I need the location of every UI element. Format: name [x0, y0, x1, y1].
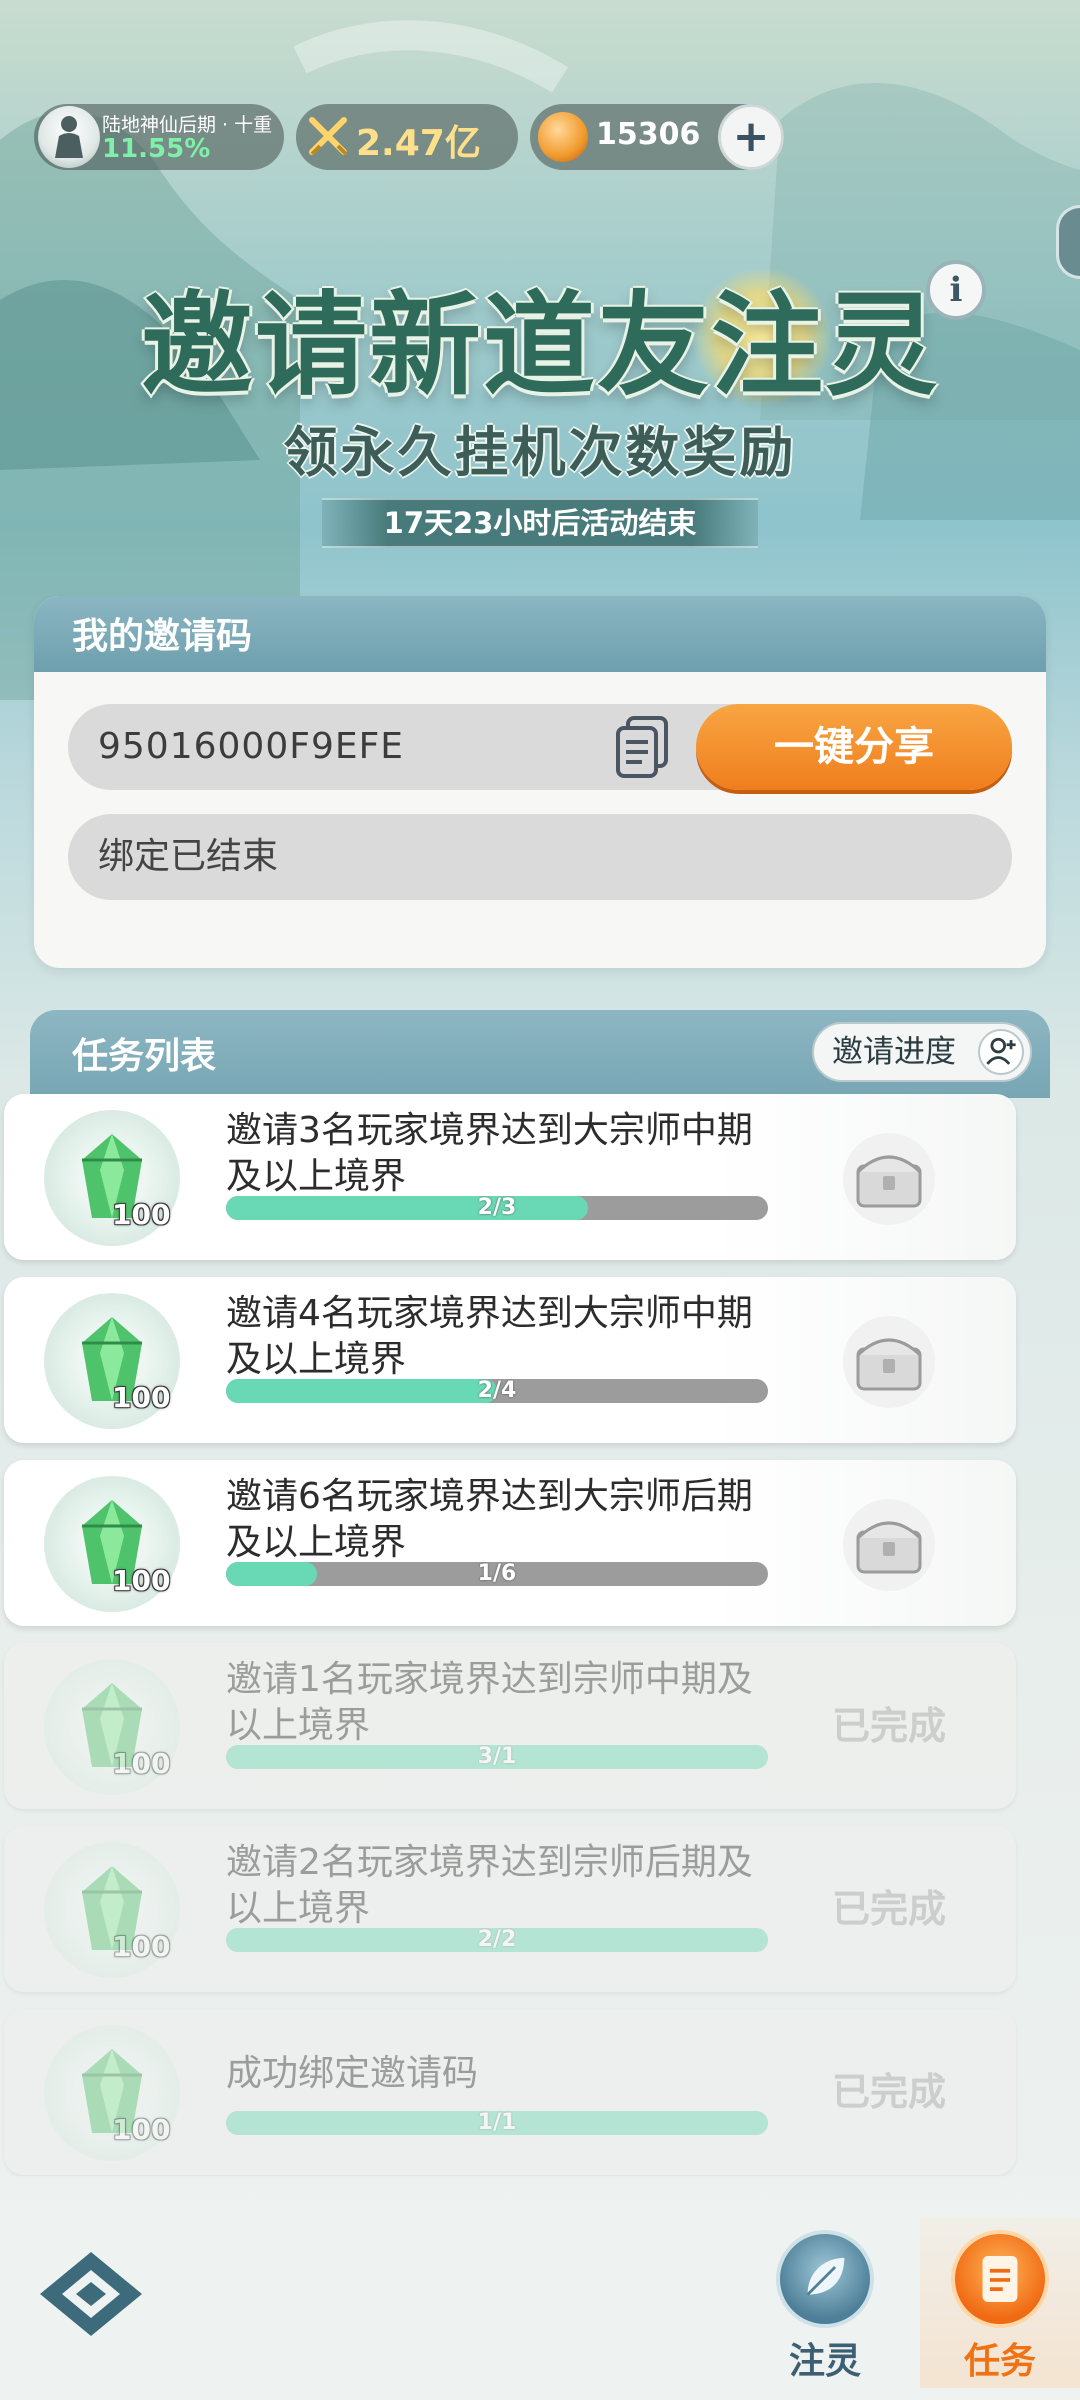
task-list-header: 任务列表 邀请进度 — [30, 1010, 1050, 1098]
completed-label: 已完成 — [832, 1704, 947, 1748]
realm-progress: 11.55% — [102, 134, 211, 164]
task-progress-bar: 1/1 — [226, 2111, 768, 2135]
currency-amount: 15306 — [596, 117, 701, 152]
task-progress-bar: 2/4 — [226, 1379, 768, 1403]
event-subtitle: 领永久挂机次数奖励 — [283, 421, 797, 484]
add-user-icon — [978, 1029, 1024, 1075]
nav-spirit-label: 注灵 — [788, 2341, 861, 2382]
reward-quantity: 100 — [112, 1198, 171, 1231]
copy-icon[interactable] — [612, 714, 672, 780]
task-progress-bar: 2/2 — [226, 1928, 768, 1952]
task-description: 邀请3名玩家境界达到大宗师中期及以上境界 — [226, 1110, 753, 1197]
invite-code-card: 我的邀请码 95016000F9EFE 一键分享 绑定已结束 — [34, 596, 1046, 968]
reward-quantity: 100 — [112, 1747, 171, 1780]
treasure-chest-icon[interactable] — [842, 1132, 936, 1226]
nav-tab-spirit[interactable]: 注灵 — [760, 2218, 890, 2388]
spirit-coin-icon — [538, 112, 588, 162]
realm-name: 陆地神仙后期 · 十重 — [102, 114, 273, 136]
invite-progress-button[interactable]: 邀请进度 — [812, 1022, 1032, 1082]
invite-card-header: 我的邀请码 — [34, 596, 1046, 672]
task-description: 邀请2名玩家境界达到宗师后期及以上境界 — [226, 1842, 753, 1929]
task-description: 邀请1名玩家境界达到宗师中期及以上境界 — [226, 1659, 753, 1746]
bottom-nav — [0, 2176, 1080, 2400]
treasure-chest-icon[interactable] — [842, 1315, 936, 1409]
task-progress-label: 3/1 — [477, 1745, 517, 1769]
invite-code: 95016000F9EFE — [98, 726, 405, 767]
bind-status-field: 绑定已结束 — [68, 814, 1012, 900]
task-row[interactable]: 100 成功绑定邀请码 1/1 已完成 — [4, 2009, 1016, 2175]
home-logo-icon[interactable] — [36, 2248, 146, 2340]
status-bar: 陆地神仙后期 · 十重 11.55% 2.47亿 15306 + — [34, 100, 1080, 176]
task-row[interactable]: 100 邀请6名玩家境界达到大宗师后期及以上境界 1/6 — [4, 1460, 1016, 1626]
task-progress-bar: 1/6 — [226, 1562, 768, 1586]
task-row[interactable]: 100 邀请3名玩家境界达到大宗师中期及以上境界 2/3 — [4, 1094, 1016, 1260]
info-icon: i — [949, 270, 963, 310]
add-currency-button[interactable]: + — [718, 104, 784, 170]
scroll-icon — [951, 2230, 1049, 2328]
plus-icon: + — [732, 111, 770, 162]
task-progress-label: 1/1 — [477, 2111, 517, 2135]
share-button[interactable]: 一键分享 — [696, 704, 1012, 790]
reward-quantity: 100 — [112, 1564, 171, 1597]
event-title: 邀请新道友注灵 — [141, 280, 939, 411]
task-progress-bar: 3/1 — [226, 1745, 768, 1769]
task-progress-label: 2/4 — [477, 1379, 517, 1403]
leaf-icon — [776, 2230, 874, 2328]
currency-pill: 15306 + — [530, 104, 784, 170]
combat-power: 2.47亿 — [356, 123, 481, 164]
task-description: 成功绑定邀请码 — [226, 2053, 479, 2094]
completed-label: 已完成 — [832, 1887, 947, 1931]
event-countdown: 17天23小时后活动结束 — [322, 498, 758, 548]
task-progress-label: 2/3 — [477, 1196, 517, 1220]
avatar — [38, 106, 100, 168]
crossed-swords-icon — [308, 116, 350, 158]
task-row[interactable]: 100 邀请4名玩家境界达到大宗师中期及以上境界 2/4 — [4, 1277, 1016, 1443]
task-progress-label: 2/2 — [477, 1928, 517, 1952]
realm-pill[interactable]: 陆地神仙后期 · 十重 11.55% — [34, 104, 284, 170]
completed-label: 已完成 — [832, 2070, 947, 2114]
nav-tab-tasks[interactable]: 任务 — [920, 2218, 1080, 2388]
task-list-title: 任务列表 — [72, 1036, 217, 1077]
task-row[interactable]: 100 邀请2名玩家境界达到宗师后期及以上境界 2/2 已完成 — [4, 1826, 1016, 1992]
reward-quantity: 100 — [112, 1381, 171, 1414]
task-row[interactable]: 100 邀请1名玩家境界达到宗师中期及以上境界 3/1 已完成 — [4, 1643, 1016, 1809]
task-description: 邀请4名玩家境界达到大宗师中期及以上境界 — [226, 1293, 753, 1380]
reward-quantity: 100 — [112, 1930, 171, 1963]
power-pill[interactable]: 2.47亿 — [296, 104, 518, 170]
treasure-chest-icon[interactable] — [842, 1498, 936, 1592]
info-button[interactable]: i — [926, 260, 986, 320]
nav-tasks-label: 任务 — [963, 2341, 1036, 2382]
reward-quantity: 100 — [112, 2113, 171, 2146]
invite-progress-label: 邀请进度 — [832, 1034, 956, 1070]
task-progress-bar: 2/3 — [226, 1196, 768, 1220]
task-description: 邀请6名玩家境界达到大宗师后期及以上境界 — [226, 1476, 753, 1563]
task-progress-label: 1/6 — [477, 1562, 517, 1586]
